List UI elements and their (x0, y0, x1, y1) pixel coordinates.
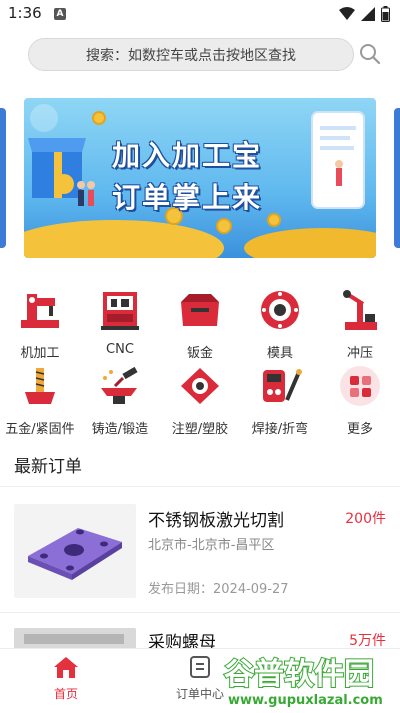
category-machining[interactable]: 机加工 (0, 288, 80, 361)
watermark-brand: 谷普软件园 (224, 657, 374, 692)
order-list-icon (190, 656, 210, 678)
category-sheet-metal[interactable]: 钣金 (160, 288, 240, 361)
category-label: CNC (106, 342, 134, 357)
status-bar: 1:36 A (0, 0, 400, 28)
welding-icon (263, 369, 302, 402)
category-label: 模具 (266, 346, 293, 361)
mold-icon (261, 291, 299, 329)
watermark-logo: 谷普软件园 www.gupuxlazal.com (223, 656, 383, 708)
category-mold[interactable]: 模具 (240, 288, 320, 361)
category-fastener[interactable]: 五金/紧固件 (0, 364, 80, 437)
fastener-icon (25, 368, 55, 404)
order-quantity: 200件 (345, 511, 386, 527)
order-location: 北京市-北京市-昌平区 (148, 538, 275, 553)
battery-icon (381, 6, 390, 22)
banner-title-line2: 订单掌上来 (112, 181, 263, 214)
search-icon[interactable] (358, 42, 382, 66)
home-icon (54, 657, 78, 678)
category-label: 机加工 (20, 346, 60, 361)
watermark-url: www.gupuxlazal.com (228, 693, 383, 708)
divider (0, 612, 400, 613)
order-date: 发布日期：2024-09-27 (148, 582, 289, 597)
injection-icon (181, 368, 219, 404)
status-time: 1:36 (8, 4, 42, 22)
banner-prev-peek[interactable] (0, 108, 6, 248)
order-thumbnail (14, 504, 136, 598)
category-forging[interactable]: 铸造/锻造 (80, 364, 160, 437)
category-label: 冲压 (346, 346, 373, 361)
category-label: 铸造/锻造 (91, 422, 149, 437)
part-image (14, 628, 136, 650)
order-item[interactable]: 不锈钢板激光切割 200件 北京市-北京市-昌平区 发布日期：2024-09-2… (0, 500, 400, 608)
banner-next-peek[interactable] (394, 108, 400, 248)
search-input[interactable]: 搜索：如数控车或点击按地区查找 (28, 38, 354, 71)
notification-icon: A (54, 8, 66, 20)
category-label: 注塑/塑胶 (171, 422, 229, 437)
category-label: 钣金 (186, 346, 213, 361)
order-thumbnail (14, 628, 136, 650)
tab-home[interactable]: 首页 (26, 655, 106, 702)
category-welding[interactable]: 焊接/折弯 (240, 364, 320, 437)
category-label: 焊接/折弯 (251, 422, 309, 437)
forging-icon (101, 366, 138, 404)
category-label: 五金/紧固件 (5, 422, 75, 437)
wifi-icon (339, 7, 355, 20)
cnc-icon (101, 292, 139, 330)
category-injection[interactable]: 注塑/塑胶 (160, 364, 240, 437)
section-title-latest-orders: 最新订单 (14, 457, 82, 477)
order-name: 不锈钢板激光切割 (148, 511, 284, 531)
sheet-metal-icon (181, 294, 219, 326)
promo-banner[interactable]: 加入加工宝 订单掌上来 (24, 98, 376, 258)
search-placeholder: 搜索：如数控车或点击按地区查找 (86, 47, 296, 64)
system-icons (339, 6, 390, 22)
divider (0, 486, 400, 487)
category-more[interactable]: 更多 (320, 364, 400, 437)
more-icon (340, 366, 380, 406)
category-stamping[interactable]: 冲压 (320, 288, 400, 361)
machining-icon (21, 294, 59, 328)
stamping-icon (343, 290, 377, 330)
category-label: 更多 (346, 422, 373, 437)
banner-title-line1: 加入加工宝 (112, 139, 263, 172)
tab-label: 首页 (53, 687, 78, 701)
part-image (28, 528, 122, 580)
category-cnc[interactable]: CNC (80, 288, 160, 357)
signal-icon (361, 7, 375, 21)
